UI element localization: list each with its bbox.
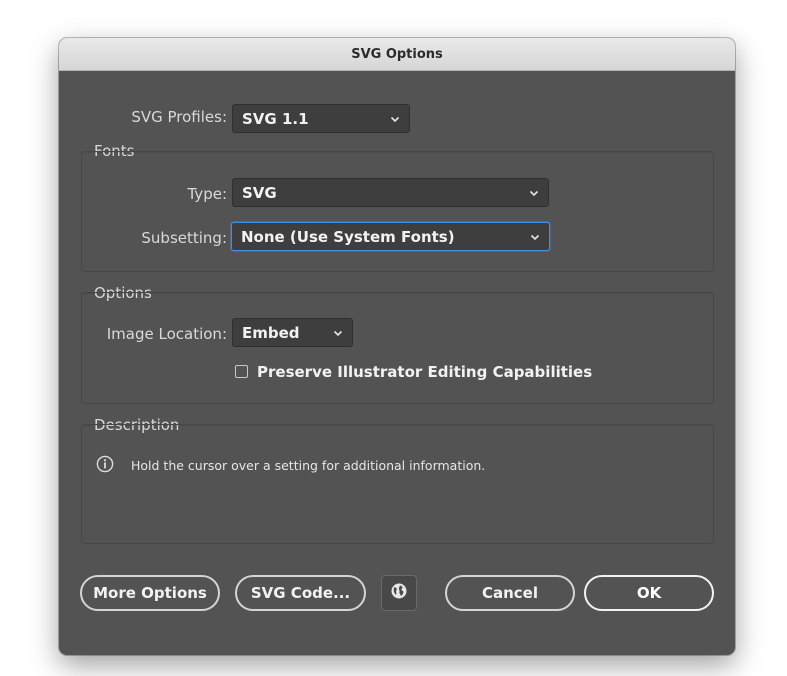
options-group xyxy=(81,292,714,404)
more-options-button[interactable]: More Options xyxy=(80,575,220,611)
svg-code-button[interactable]: SVG Code... xyxy=(235,575,366,611)
info-icon xyxy=(96,455,114,473)
svg-options-dialog: SVG Options SVG Profiles: SVG 1.1 Fonts … xyxy=(59,38,735,655)
svg-profiles-select[interactable]: SVG 1.1 xyxy=(232,104,410,133)
description-text: Hold the cursor over a setting for addit… xyxy=(131,458,486,473)
chevron-down-icon xyxy=(530,232,540,242)
globe-icon xyxy=(390,582,408,604)
preserve-editing-checkbox[interactable] xyxy=(235,365,248,378)
cancel-button[interactable]: Cancel xyxy=(445,575,575,611)
dialog-title: SVG Options xyxy=(351,46,443,62)
image-location-select[interactable]: Embed xyxy=(232,318,353,347)
svg-profiles-value: SVG 1.1 xyxy=(242,109,309,128)
font-type-label: Type: xyxy=(187,185,227,203)
preserve-editing-label[interactable]: Preserve Illustrator Editing Capabilitie… xyxy=(257,363,592,381)
title-bar[interactable]: SVG Options xyxy=(59,38,735,71)
web-preview-button[interactable] xyxy=(381,575,417,611)
ok-button[interactable]: OK xyxy=(584,575,714,611)
description-group xyxy=(81,424,714,544)
subsetting-value: None (Use System Fonts) xyxy=(241,227,455,246)
subsetting-label: Subsetting: xyxy=(141,229,227,247)
chevron-down-icon xyxy=(529,188,539,198)
svg-profiles-label: SVG Profiles: xyxy=(131,108,227,126)
font-type-select[interactable]: SVG xyxy=(232,178,549,207)
image-location-label: Image Location: xyxy=(106,325,227,343)
font-type-value: SVG xyxy=(242,183,277,202)
subsetting-select[interactable]: None (Use System Fonts) xyxy=(231,222,550,251)
chevron-down-icon xyxy=(390,114,400,124)
chevron-down-icon xyxy=(333,328,343,338)
image-location-value: Embed xyxy=(242,323,300,342)
fonts-group xyxy=(81,151,714,272)
